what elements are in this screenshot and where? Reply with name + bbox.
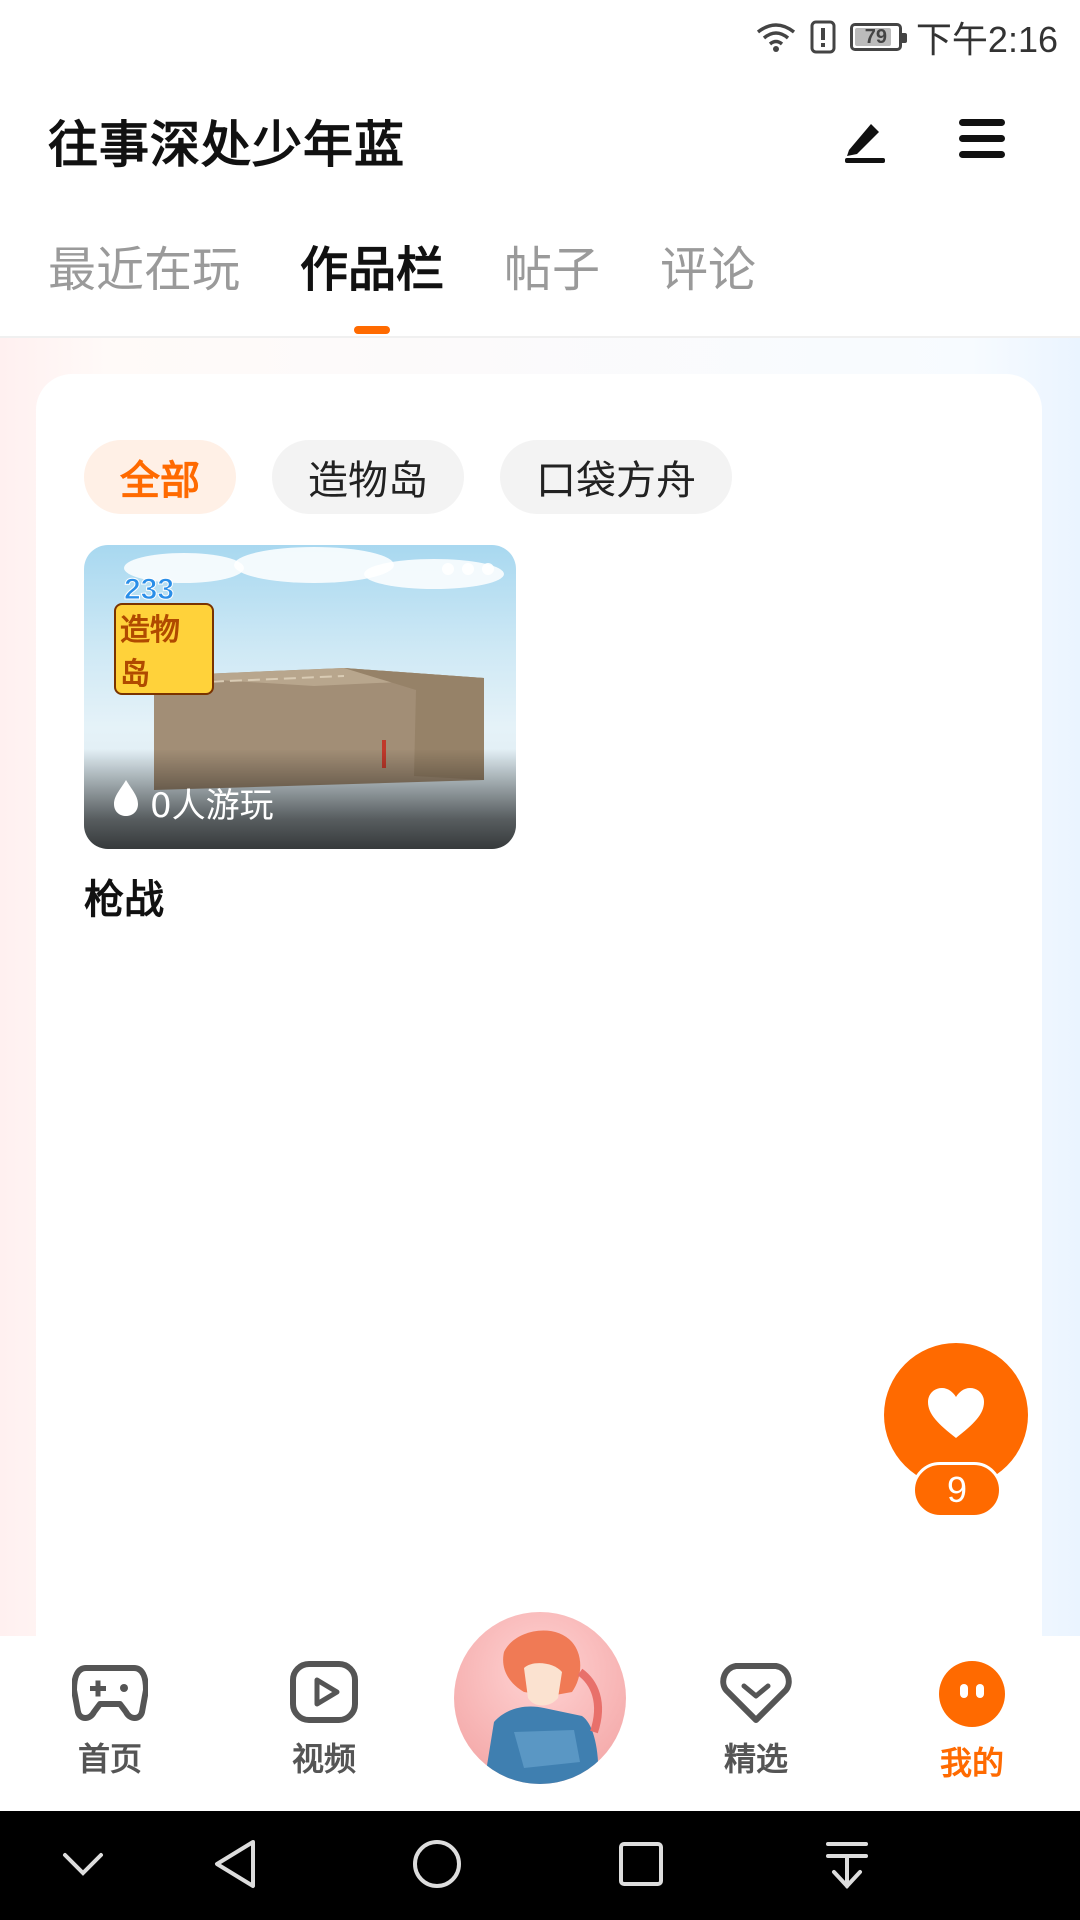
tab-posts[interactable]: 帖子: [504, 230, 600, 330]
play-count-text: 0人游玩: [150, 786, 274, 826]
nav-featured[interactable]: 精选: [686, 1660, 826, 1780]
tab-works-label: 作品栏: [300, 242, 445, 298]
nav-home[interactable]: 首页: [40, 1660, 180, 1780]
menu-button[interactable]: [952, 111, 1012, 171]
wifi-icon: [756, 20, 796, 54]
back-triangle-icon: [211, 1838, 259, 1894]
work-item[interactable]: 233 造物岛 0人游玩 枪战: [84, 545, 516, 925]
back-button[interactable]: [208, 1839, 262, 1893]
avatar[interactable]: [454, 1612, 626, 1784]
tab-comments[interactable]: 评论: [660, 230, 756, 330]
nav-video-label: 视频: [291, 1740, 356, 1778]
notification-shade-button[interactable]: [820, 1839, 874, 1893]
edit-button[interactable]: [834, 111, 894, 171]
nav-mine-label: 我的: [939, 1744, 1004, 1782]
chip-all[interactable]: 全部: [84, 440, 236, 514]
profile-header: 往事深处少年蓝: [0, 95, 1080, 185]
edit-icon: [839, 114, 889, 168]
video-play-icon: [289, 1660, 359, 1728]
nav-featured-label: 精选: [723, 1740, 788, 1778]
collapse-button[interactable]: [56, 1839, 110, 1893]
nav-home-label: 首页: [77, 1740, 142, 1778]
flame-icon: [110, 778, 142, 827]
page-title: 往事深处少年蓝: [48, 116, 405, 174]
home-circle-icon: [411, 1838, 463, 1894]
gamepad-icon: [71, 1660, 149, 1728]
heart-icon: [926, 1386, 986, 1444]
status-bar: 79 下午2:16: [0, 0, 1080, 75]
home-button[interactable]: [410, 1839, 464, 1893]
filter-chips: 全部 造物岛 口袋方舟: [84, 440, 732, 514]
work-thumbnail[interactable]: 233 造物岛 0人游玩: [84, 545, 516, 849]
battery-level: 79: [864, 25, 888, 48]
menu-icon: [957, 117, 1007, 165]
face-icon: [938, 1660, 1006, 1732]
chip-creation-island[interactable]: 造物岛: [272, 440, 464, 514]
nav-video[interactable]: 视频: [254, 1660, 394, 1780]
chip-pocket-ark[interactable]: 口袋方舟: [500, 440, 732, 514]
logo-text: 造物岛: [114, 603, 214, 695]
tab-recently-played[interactable]: 最近在玩: [48, 230, 240, 330]
creation-island-logo: 233 造物岛: [110, 573, 214, 695]
battery-icon: 79: [849, 23, 907, 51]
heart-badge-icon: [720, 1660, 792, 1728]
alert-icon: [810, 20, 836, 54]
profile-tabs: 最近在玩 作品栏 帖子 评论: [48, 230, 816, 340]
nav-mine[interactable]: 我的: [902, 1660, 1042, 1784]
like-count-badge: 9: [912, 1462, 1002, 1518]
more-options-icon[interactable]: [442, 563, 494, 575]
work-title[interactable]: 枪战: [84, 867, 516, 925]
pull-down-icon: [824, 1838, 870, 1894]
logo-number: 233: [123, 573, 175, 607]
tab-works[interactable]: 作品栏: [300, 230, 445, 334]
recents-button[interactable]: [614, 1839, 668, 1893]
system-nav-bar: [0, 1811, 1080, 1920]
tab-indicator: [354, 326, 391, 334]
chevron-down-icon: [61, 1849, 105, 1883]
play-count: 0人游玩: [110, 778, 274, 827]
recents-square-icon: [617, 1840, 665, 1892]
clock: 下午2:16: [915, 19, 1058, 60]
